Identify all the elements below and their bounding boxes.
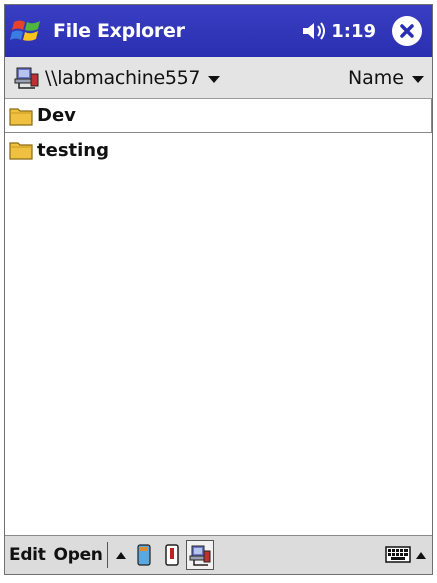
start-button[interactable] [5, 5, 49, 57]
input-panel-button[interactable] [384, 540, 412, 570]
file-name: Dev [37, 105, 76, 126]
separator [106, 542, 108, 568]
sort-dropdown[interactable]: Name [348, 67, 424, 89]
device-button[interactable] [158, 540, 186, 570]
command-bar: Edit Open [5, 535, 432, 574]
chevron-down-icon [412, 75, 424, 83]
close-icon [400, 24, 414, 38]
folder-icon [9, 142, 33, 160]
path-bar: \\labmachine557 Name [5, 57, 432, 99]
open-menu[interactable]: Open [54, 545, 103, 565]
pda-icon [164, 544, 179, 566]
chevron-down-icon [208, 75, 221, 83]
network-share-icon [14, 67, 39, 89]
speaker-icon [303, 22, 326, 40]
windows-flag-icon [10, 20, 40, 41]
folder-icon [9, 107, 33, 126]
volume-button[interactable] [297, 5, 331, 57]
title-bar: File Explorer 1:19 [5, 5, 432, 57]
path-dropdown[interactable]: \\labmachine557 [13, 64, 348, 92]
storage-card-icon [137, 544, 151, 566]
sort-label: Name [347, 66, 404, 89]
keyboard-icon [385, 546, 411, 563]
storage-card-button[interactable] [130, 540, 158, 570]
clock[interactable]: 1:19 [331, 21, 376, 42]
edit-menu[interactable]: Edit [9, 545, 46, 565]
network-button[interactable] [185, 540, 214, 570]
screen: File Explorer 1:19 \\labmachine557 Name … [4, 4, 433, 575]
app-title: File Explorer [53, 20, 185, 42]
up-arrow-icon[interactable] [115, 551, 126, 559]
up-arrow-icon[interactable] [416, 551, 426, 559]
current-path: \\labmachine557 [45, 66, 201, 89]
list-item[interactable]: Dev [5, 99, 432, 133]
close-button[interactable] [392, 16, 422, 46]
list-item[interactable]: testing [5, 133, 432, 167]
file-name: testing [37, 139, 109, 161]
network-icon [189, 545, 211, 566]
file-list: Dev testing [5, 99, 432, 535]
